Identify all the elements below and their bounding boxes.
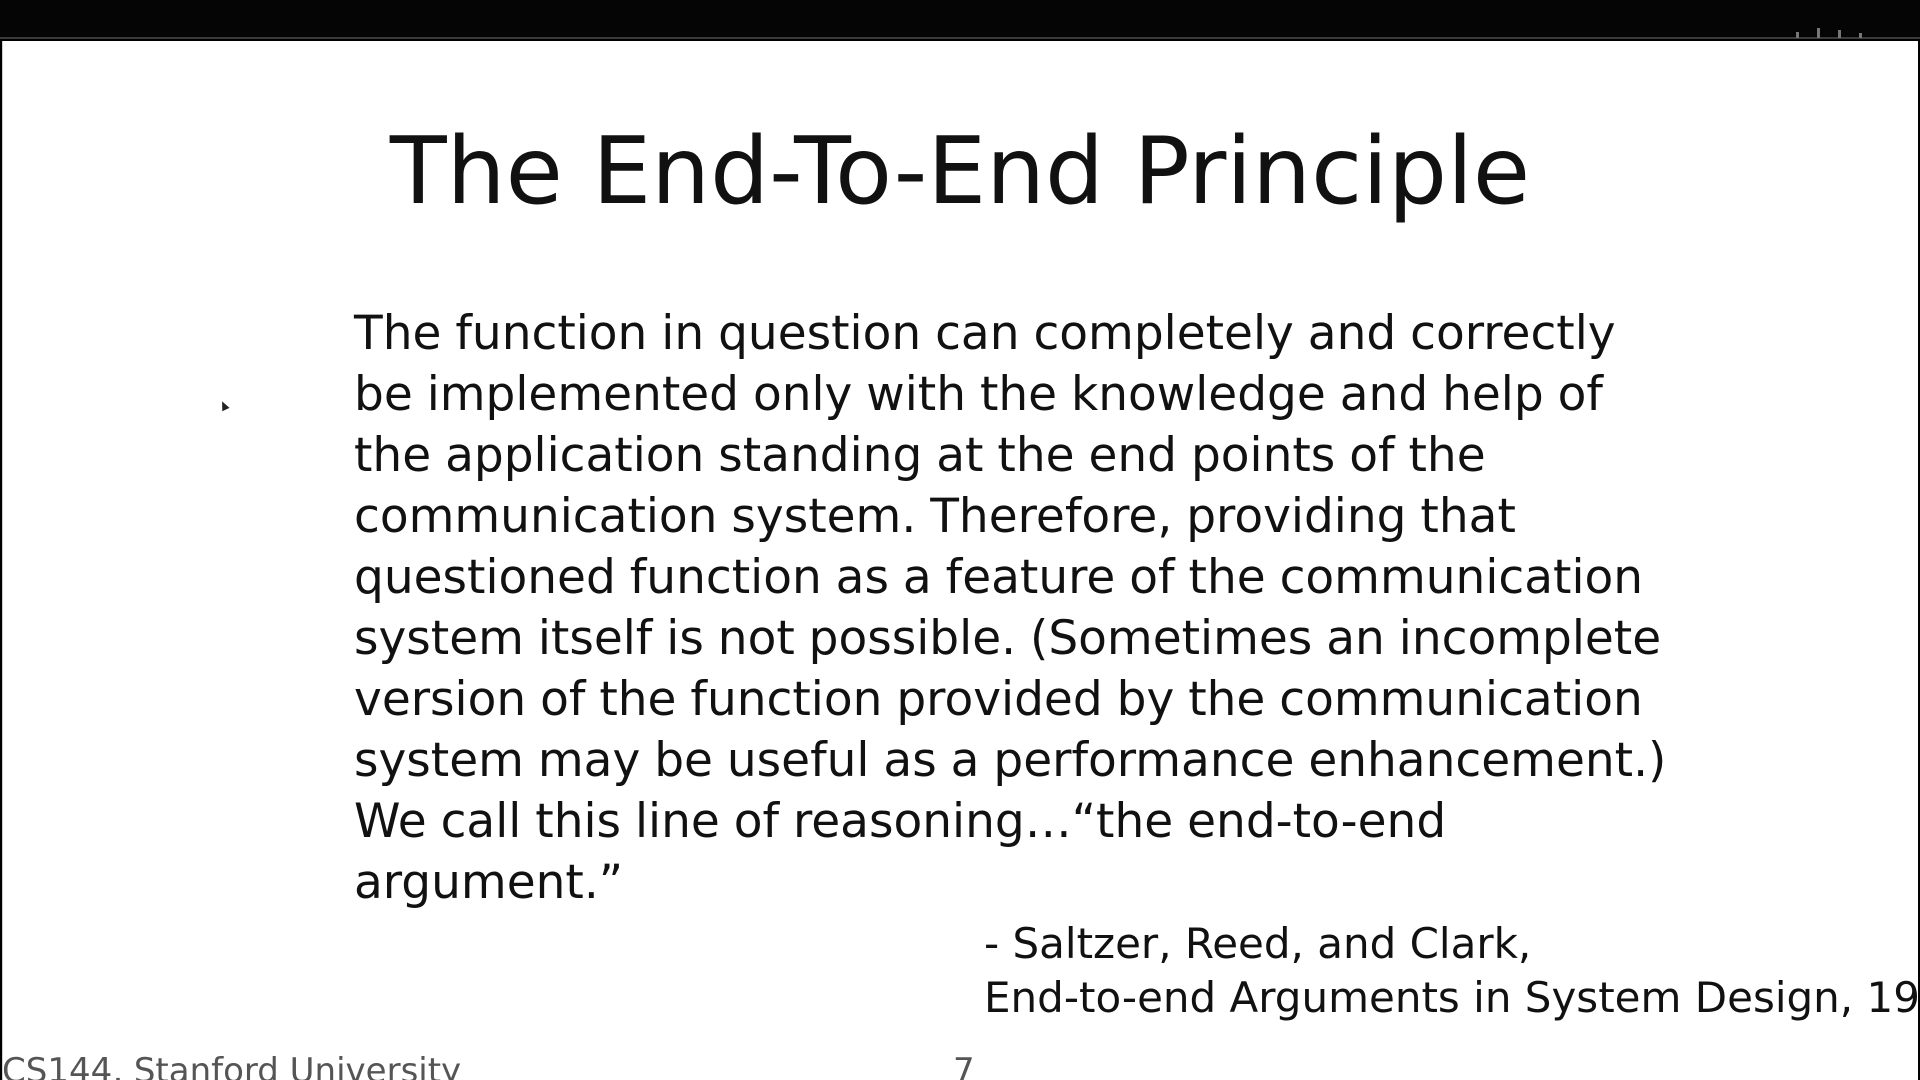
control-tick [1796,32,1799,38]
attribution-source: End-to-end Arguments in System Design, 1… [984,973,1918,1022]
quote-line: system may be useful as a performance en… [354,733,1667,788]
mouse-pointer-icon [218,399,230,412]
quote-line: The function in question can completely … [354,306,1616,361]
slide-page-number: 7 [953,1051,975,1080]
control-tick [1859,33,1862,38]
quote-line: system itself is not possible. (Sometime… [354,611,1662,666]
quote-attribution: - Saltzer, Reed, and Clark, End-to-end A… [984,917,1918,1025]
quote-line: communication system. Therefore, providi… [354,489,1516,544]
quote-line: version of the function provided by the … [354,672,1643,727]
video-controls-icon[interactable] [1796,26,1886,38]
quote-line: We call this line of reasoning…“the end-… [354,794,1447,849]
slide-footer: CS144, Stanford University [2,1051,462,1080]
control-tick [1838,30,1841,38]
quote-line: the application standing at the end poin… [354,428,1486,483]
slide-title: The End-To-End Principle [389,117,1531,225]
quote-line: questioned function as a feature of the … [354,550,1644,605]
control-tick [1817,28,1820,38]
presentation-slide: The End-To-End Principle The function in… [2,41,1918,1080]
quote-block: The function in question can completely … [354,303,1667,913]
attribution-authors: - Saltzer, Reed, and Clark, [984,919,1532,968]
video-top-bar [0,0,1920,39]
quote-line: argument.” [354,855,624,910]
quote-line: be implemented only with the knowledge a… [354,367,1603,422]
